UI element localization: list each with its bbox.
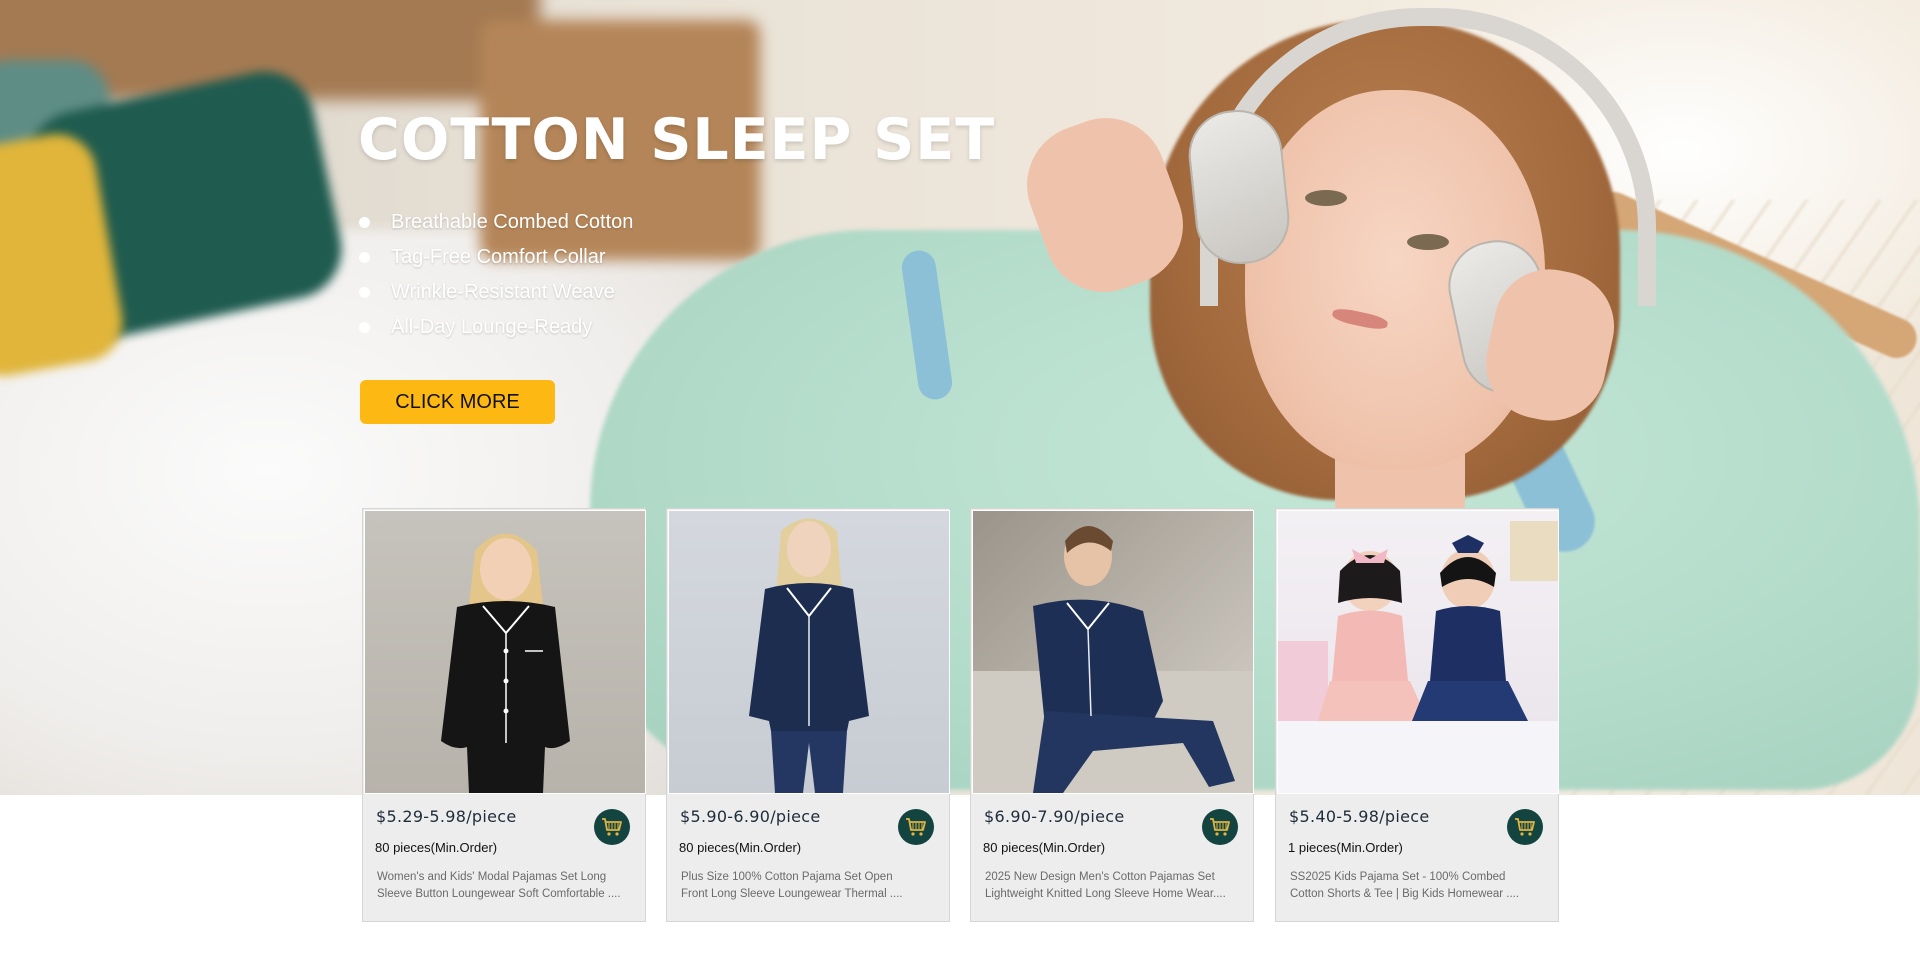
product-photo-man-navy-pajamas: [973, 526, 1253, 793]
product-description[interactable]: Plus Size 100% Cotton Pajama Set Open Fr…: [681, 869, 943, 903]
description-line: Cotton Shorts & Tee | Big Kids Homewear …: [1290, 888, 1520, 900]
product-description[interactable]: SS2025 Kids Pajama Set - 100% Combed Cot…: [1290, 869, 1552, 903]
shopping-cart-icon: [1210, 818, 1230, 836]
product-image[interactable]: [364, 510, 646, 794]
bullet-dot-icon: [359, 287, 370, 298]
min-order: 80 pieces(Min.Order): [375, 840, 498, 855]
bullet-dot-icon: [359, 252, 370, 263]
hero-banner: COTTON SLEEP SET Breathable Combed Cotto…: [0, 0, 1920, 795]
description-line: 2025 New Design Men's Cotton Pajamas Set: [985, 871, 1215, 883]
hero-title: COTTON SLEEP SET: [358, 107, 996, 173]
description-line: SS2025 Kids Pajama Set - 100% Combed: [1290, 871, 1506, 883]
product-card[interactable]: $6.90-7.90/piece 80 pieces(Min.Order) 20…: [970, 508, 1254, 922]
product-photo-girl-black-pajamas: [441, 533, 570, 793]
min-order: 80 pieces(Min.Order): [679, 840, 802, 855]
description-line: Plus Size 100% Cotton Pajama Set Open: [681, 871, 893, 883]
product-price: $6.90-7.90/piece: [984, 807, 1125, 826]
bullet-dot-icon: [359, 217, 370, 228]
product-image[interactable]: [972, 510, 1254, 794]
click-more-button[interactable]: CLICK MORE: [360, 380, 555, 424]
product-image[interactable]: [1277, 510, 1559, 794]
product-card[interactable]: $5.90-6.90/piece 80 pieces(Min.Order) Pl…: [666, 508, 950, 922]
product-price: $5.29-5.98/piece: [376, 807, 517, 826]
shopping-cart-icon: [602, 818, 622, 836]
product-price: $5.90-6.90/piece: [680, 807, 821, 826]
product-card[interactable]: $5.29-5.98/piece 80 pieces(Min.Order) Wo…: [362, 508, 646, 922]
add-to-cart-button[interactable]: [1202, 809, 1238, 845]
feature-item: Tag-Free Comfort Collar: [358, 243, 633, 278]
feature-list: Breathable Combed Cotton Tag-Free Comfor…: [358, 208, 633, 348]
feature-item: Breathable Combed Cotton: [358, 208, 633, 243]
product-photo-kids-pajamas: [1278, 521, 1558, 793]
product-card[interactable]: $5.40-5.98/piece 1 pieces(Min.Order) SS2…: [1275, 508, 1559, 922]
product-photo-woman-navy-pajamas: [749, 518, 869, 793]
product-description[interactable]: Women's and Kids' Modal Pajamas Set Long…: [377, 869, 639, 903]
feature-label: All-Day Lounge-Ready: [391, 316, 593, 338]
min-order: 80 pieces(Min.Order): [983, 840, 1106, 855]
feature-label: Tag-Free Comfort Collar: [391, 246, 606, 268]
description-line: Lightweight Knitted Long Sleeve Home Wea…: [985, 888, 1226, 900]
bullet-dot-icon: [359, 322, 370, 333]
product-image[interactable]: [668, 510, 950, 794]
description-line: Front Long Sleeve Loungewear Thermal ...…: [681, 888, 903, 900]
add-to-cart-button[interactable]: [594, 809, 630, 845]
shopping-cart-icon: [1515, 818, 1535, 836]
feature-item: All-Day Lounge-Ready: [358, 313, 633, 348]
add-to-cart-button[interactable]: [898, 809, 934, 845]
description-line: Sleeve Button Loungewear Soft Comfortabl…: [377, 888, 621, 900]
product-price: $5.40-5.98/piece: [1289, 807, 1430, 826]
product-description[interactable]: 2025 New Design Men's Cotton Pajamas Set…: [985, 869, 1247, 903]
feature-item: Wrinkle-Resistant Weave: [358, 278, 633, 313]
feature-label: Wrinkle-Resistant Weave: [391, 281, 615, 303]
shopping-cart-icon: [906, 818, 926, 836]
feature-label: Breathable Combed Cotton: [391, 211, 634, 233]
min-order: 1 pieces(Min.Order): [1288, 840, 1403, 855]
description-line: Women's and Kids' Modal Pajamas Set Long: [377, 871, 607, 883]
add-to-cart-button[interactable]: [1507, 809, 1543, 845]
